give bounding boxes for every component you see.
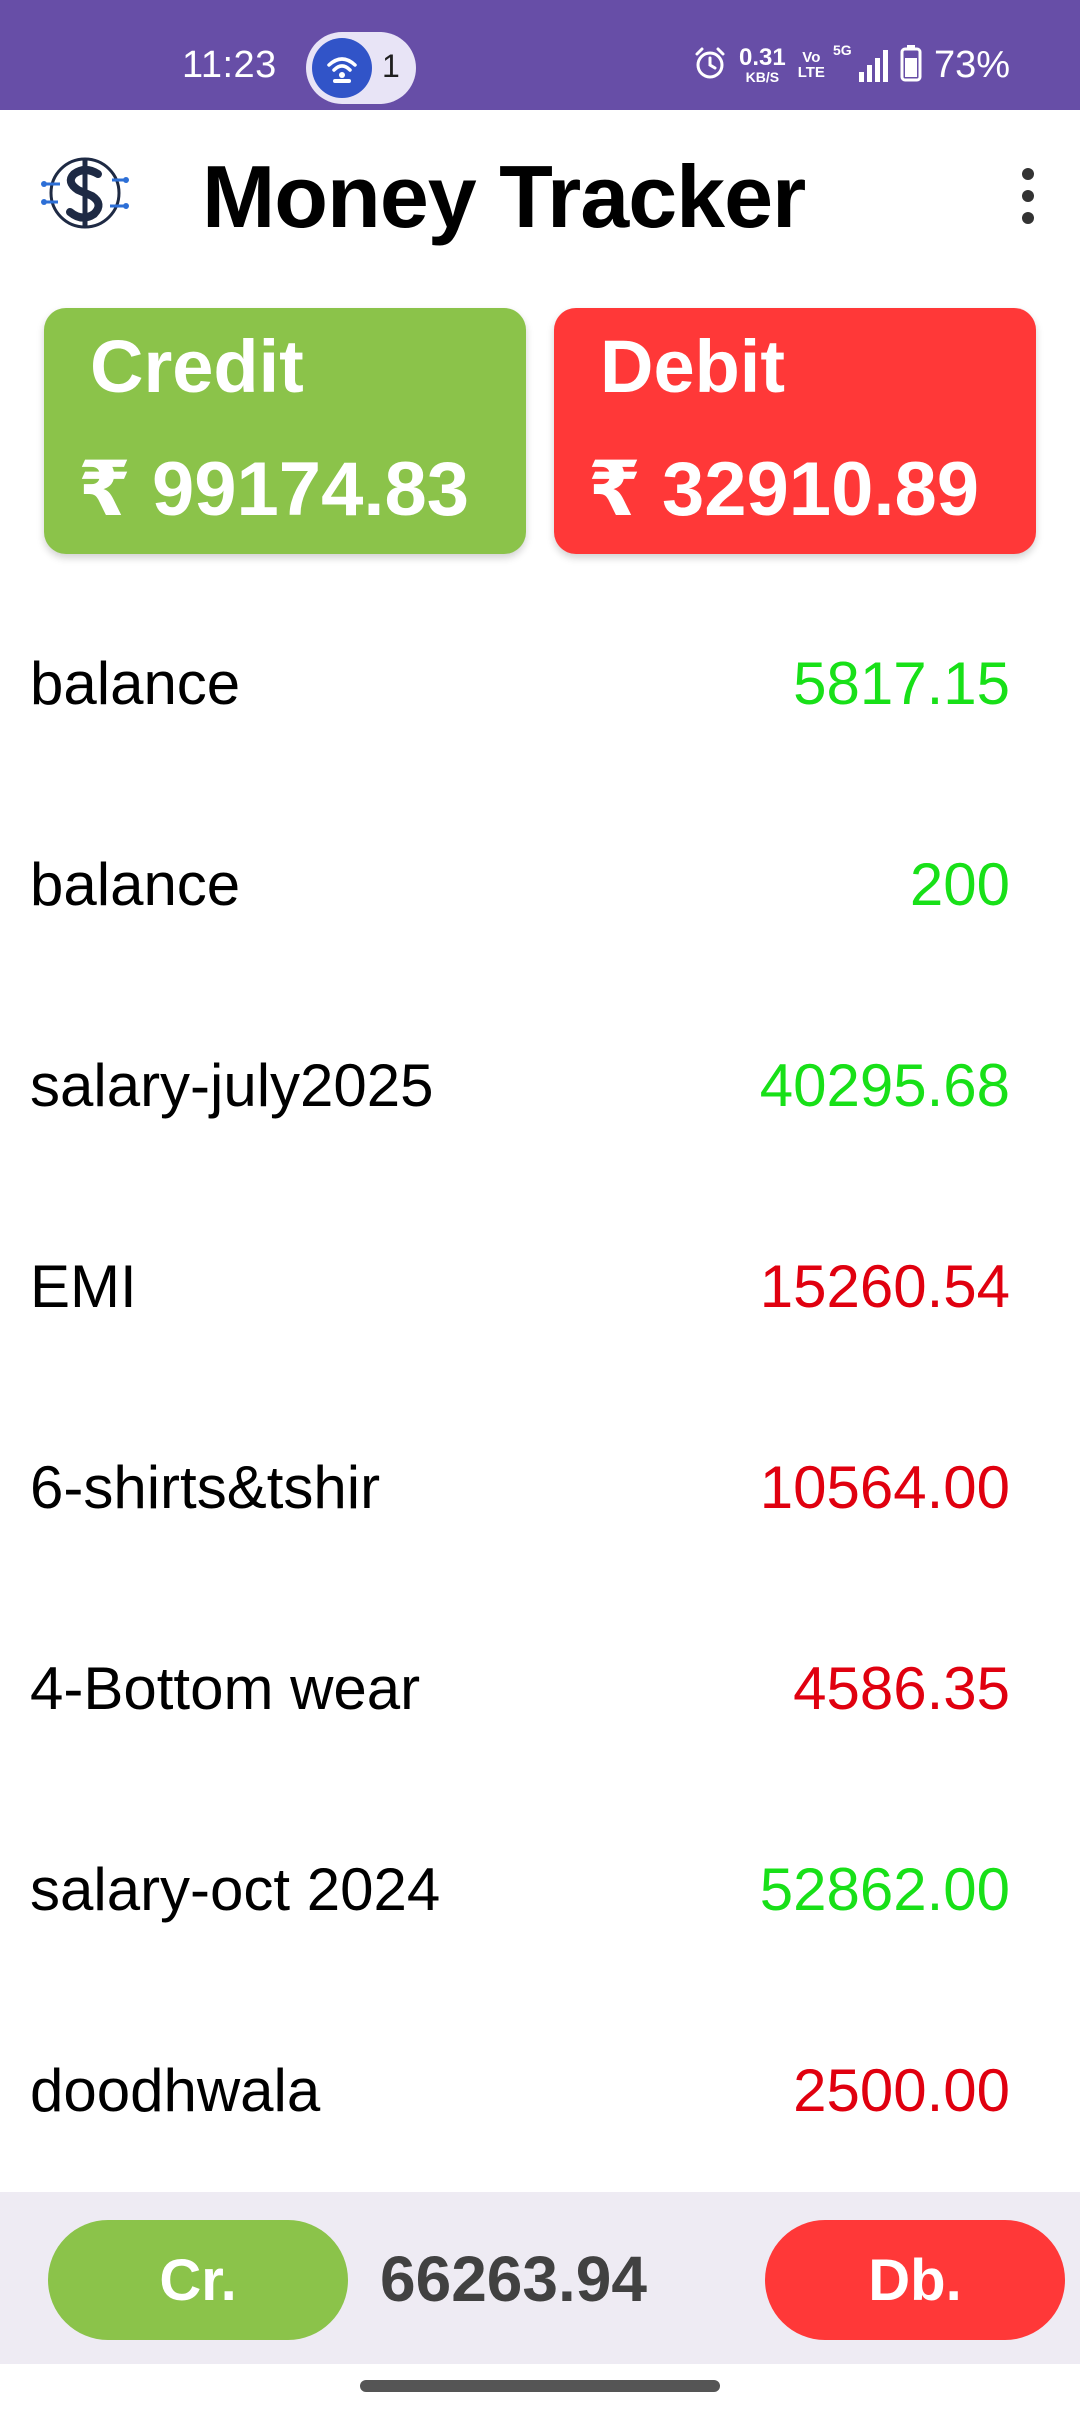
debit-total: ₹ 32910.89 <box>588 447 979 532</box>
volte-bottom: LTE <box>797 64 825 81</box>
status-bar: 11:23 1 0.31 KB/S Vo LTE 5G 73% <box>0 0 1080 110</box>
hotspot-count: 1 <box>382 48 400 84</box>
add-debit-button[interactable]: Db. <box>765 2220 1065 2340</box>
more-vert-icon <box>1022 168 1034 180</box>
status-time: 11:23 <box>182 44 277 86</box>
hotspot-icon <box>312 38 372 98</box>
transaction-name: balance <box>30 851 241 918</box>
transaction-row[interactable]: doodhwala 2500.00 <box>0 1992 1080 2193</box>
transaction-list[interactable]: balance 5817.15 balance 200 salary-july2… <box>0 585 1080 2193</box>
net-balance: 66263.94 <box>380 2243 647 2315</box>
hotspot-indicator[interactable]: 1 <box>306 32 416 104</box>
transaction-row[interactable]: EMI 15260.54 <box>0 1188 1080 1389</box>
transaction-amount: 52862.00 <box>759 1856 1010 1923</box>
transaction-row[interactable]: 6-shirts&tshir 10564.00 <box>0 1389 1080 1590</box>
app-header: Money Tracker <box>0 110 1080 290</box>
transaction-amount: 200 <box>909 851 1010 918</box>
battery-icon <box>900 44 922 87</box>
credit-label: Credit <box>90 325 304 408</box>
network-speed-unit: KB/S <box>745 69 780 85</box>
transaction-amount: 15260.54 <box>759 1253 1010 1320</box>
transaction-name: 6-shirts&tshir <box>30 1454 381 1521</box>
more-vert-icon-dot <box>1022 190 1034 202</box>
alarm-icon <box>693 46 727 85</box>
transaction-name: doodhwala <box>30 2057 321 2124</box>
transaction-name: balance <box>30 650 241 717</box>
transaction-amount: 10564.00 <box>759 1454 1010 1521</box>
transaction-row[interactable]: balance 200 <box>0 786 1080 987</box>
network-type: 5G <box>832 42 852 58</box>
debit-label: Debit <box>600 325 785 408</box>
status-indicators: 0.31 KB/S Vo LTE 5G 73% <box>693 40 1010 90</box>
add-credit-button[interactable]: Cr. <box>48 2220 348 2340</box>
app-logo-icon <box>36 144 134 242</box>
network-speed-value: 0.31 <box>739 44 786 71</box>
page-title: Money Tracker <box>202 147 806 246</box>
bottom-action-bar: Cr. 66263.94 Db. <box>0 2192 1080 2364</box>
credit-summary-card[interactable]: Credit ₹ 99174.83 <box>44 308 526 554</box>
transaction-name: salary-oct 2024 <box>30 1856 441 1923</box>
transaction-amount: 4586.35 <box>793 1655 1010 1722</box>
volte-indicator: Vo LTE <box>798 50 825 80</box>
gesture-navigation-bar[interactable] <box>360 2380 720 2392</box>
transaction-row[interactable]: balance 5817.15 <box>0 585 1080 786</box>
transaction-amount: 2500.00 <box>793 2057 1010 2124</box>
transaction-name: EMI <box>30 1253 137 1320</box>
transaction-name: salary-july2025 <box>30 1052 434 1119</box>
transaction-amount: 5817.15 <box>793 650 1010 717</box>
transaction-row[interactable]: salary-july2025 40295.68 <box>0 987 1080 1188</box>
network-speed: 0.31 KB/S <box>739 44 786 85</box>
transaction-row[interactable]: salary-oct 2024 52862.00 <box>0 1791 1080 1992</box>
battery-percent: 73% <box>933 43 1010 86</box>
transaction-amount: 40295.68 <box>759 1052 1010 1119</box>
debit-summary-card[interactable]: Debit ₹ 32910.89 <box>554 308 1036 554</box>
overflow-menu-button[interactable] <box>998 156 1058 236</box>
volte-top: Vo <box>802 49 821 66</box>
credit-total: ₹ 99174.83 <box>78 447 469 532</box>
signal-icon: 5G <box>833 42 888 82</box>
more-vert-icon-dot <box>1022 212 1034 224</box>
transaction-name: 4-Bottom wear <box>30 1655 421 1722</box>
transaction-row[interactable]: 4-Bottom wear 4586.35 <box>0 1590 1080 1791</box>
